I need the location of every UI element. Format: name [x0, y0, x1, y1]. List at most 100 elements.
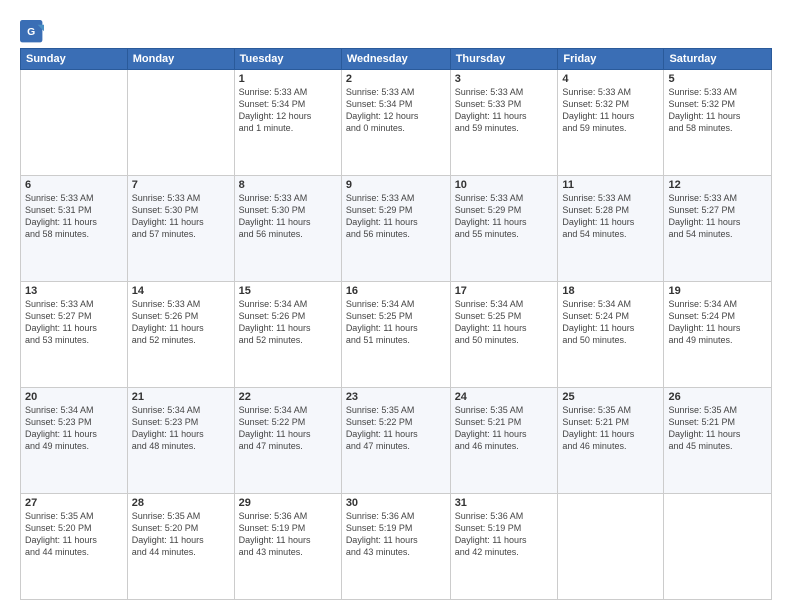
logo-icon: G: [20, 20, 44, 44]
day-info: Sunrise: 5:35 AM Sunset: 5:20 PM Dayligh…: [132, 510, 230, 559]
day-number: 23: [346, 391, 446, 403]
calendar-cell: 13Sunrise: 5:33 AM Sunset: 5:27 PM Dayli…: [21, 282, 128, 388]
day-info: Sunrise: 5:34 AM Sunset: 5:25 PM Dayligh…: [346, 298, 446, 347]
day-info: Sunrise: 5:33 AM Sunset: 5:29 PM Dayligh…: [346, 192, 446, 241]
day-number: 31: [455, 497, 554, 509]
day-info: Sunrise: 5:34 AM Sunset: 5:23 PM Dayligh…: [25, 404, 123, 453]
day-number: 14: [132, 285, 230, 297]
day-number: 24: [455, 391, 554, 403]
day-number: 19: [668, 285, 767, 297]
weekday-header-monday: Monday: [127, 49, 234, 70]
calendar-cell: 1Sunrise: 5:33 AM Sunset: 5:34 PM Daylig…: [234, 70, 341, 176]
day-info: Sunrise: 5:33 AM Sunset: 5:27 PM Dayligh…: [668, 192, 767, 241]
calendar-cell: 4Sunrise: 5:33 AM Sunset: 5:32 PM Daylig…: [558, 70, 664, 176]
weekday-header-thursday: Thursday: [450, 49, 558, 70]
day-info: Sunrise: 5:33 AM Sunset: 5:34 PM Dayligh…: [239, 86, 337, 135]
day-number: 21: [132, 391, 230, 403]
day-number: 5: [668, 73, 767, 85]
calendar-cell: 25Sunrise: 5:35 AM Sunset: 5:21 PM Dayli…: [558, 388, 664, 494]
day-info: Sunrise: 5:36 AM Sunset: 5:19 PM Dayligh…: [455, 510, 554, 559]
calendar-cell: [21, 70, 128, 176]
day-number: 2: [346, 73, 446, 85]
calendar-cell: 23Sunrise: 5:35 AM Sunset: 5:22 PM Dayli…: [341, 388, 450, 494]
day-info: Sunrise: 5:34 AM Sunset: 5:22 PM Dayligh…: [239, 404, 337, 453]
calendar-cell: 24Sunrise: 5:35 AM Sunset: 5:21 PM Dayli…: [450, 388, 558, 494]
calendar-cell: 18Sunrise: 5:34 AM Sunset: 5:24 PM Dayli…: [558, 282, 664, 388]
calendar-cell: 2Sunrise: 5:33 AM Sunset: 5:34 PM Daylig…: [341, 70, 450, 176]
svg-text:G: G: [27, 27, 35, 38]
calendar-cell: 12Sunrise: 5:33 AM Sunset: 5:27 PM Dayli…: [664, 176, 772, 282]
day-number: 4: [562, 73, 659, 85]
day-info: Sunrise: 5:34 AM Sunset: 5:25 PM Dayligh…: [455, 298, 554, 347]
day-number: 3: [455, 73, 554, 85]
weekday-header-saturday: Saturday: [664, 49, 772, 70]
calendar-cell: 5Sunrise: 5:33 AM Sunset: 5:32 PM Daylig…: [664, 70, 772, 176]
day-number: 10: [455, 179, 554, 191]
weekday-header-friday: Friday: [558, 49, 664, 70]
page: G SundayMondayTuesdayWednesdayThursdayFr…: [0, 0, 792, 612]
day-info: Sunrise: 5:33 AM Sunset: 5:26 PM Dayligh…: [132, 298, 230, 347]
calendar-cell: 14Sunrise: 5:33 AM Sunset: 5:26 PM Dayli…: [127, 282, 234, 388]
day-number: 29: [239, 497, 337, 509]
calendar-cell: 6Sunrise: 5:33 AM Sunset: 5:31 PM Daylig…: [21, 176, 128, 282]
day-number: 8: [239, 179, 337, 191]
day-info: Sunrise: 5:36 AM Sunset: 5:19 PM Dayligh…: [346, 510, 446, 559]
week-row-4: 20Sunrise: 5:34 AM Sunset: 5:23 PM Dayli…: [21, 388, 772, 494]
weekday-header-tuesday: Tuesday: [234, 49, 341, 70]
day-number: 17: [455, 285, 554, 297]
calendar-cell: 31Sunrise: 5:36 AM Sunset: 5:19 PM Dayli…: [450, 494, 558, 600]
day-info: Sunrise: 5:34 AM Sunset: 5:26 PM Dayligh…: [239, 298, 337, 347]
day-info: Sunrise: 5:33 AM Sunset: 5:27 PM Dayligh…: [25, 298, 123, 347]
calendar-cell: [664, 494, 772, 600]
day-info: Sunrise: 5:35 AM Sunset: 5:20 PM Dayligh…: [25, 510, 123, 559]
calendar-cell: 30Sunrise: 5:36 AM Sunset: 5:19 PM Dayli…: [341, 494, 450, 600]
calendar-cell: 22Sunrise: 5:34 AM Sunset: 5:22 PM Dayli…: [234, 388, 341, 494]
day-info: Sunrise: 5:33 AM Sunset: 5:31 PM Dayligh…: [25, 192, 123, 241]
day-info: Sunrise: 5:33 AM Sunset: 5:30 PM Dayligh…: [132, 192, 230, 241]
day-number: 20: [25, 391, 123, 403]
day-info: Sunrise: 5:34 AM Sunset: 5:24 PM Dayligh…: [668, 298, 767, 347]
day-info: Sunrise: 5:33 AM Sunset: 5:33 PM Dayligh…: [455, 86, 554, 135]
calendar-cell: 26Sunrise: 5:35 AM Sunset: 5:21 PM Dayli…: [664, 388, 772, 494]
calendar-cell: 9Sunrise: 5:33 AM Sunset: 5:29 PM Daylig…: [341, 176, 450, 282]
week-row-1: 1Sunrise: 5:33 AM Sunset: 5:34 PM Daylig…: [21, 70, 772, 176]
calendar-cell: 20Sunrise: 5:34 AM Sunset: 5:23 PM Dayli…: [21, 388, 128, 494]
day-number: 9: [346, 179, 446, 191]
day-info: Sunrise: 5:35 AM Sunset: 5:21 PM Dayligh…: [455, 404, 554, 453]
calendar-cell: 8Sunrise: 5:33 AM Sunset: 5:30 PM Daylig…: [234, 176, 341, 282]
calendar-cell: 21Sunrise: 5:34 AM Sunset: 5:23 PM Dayli…: [127, 388, 234, 494]
day-number: 6: [25, 179, 123, 191]
day-number: 27: [25, 497, 123, 509]
day-info: Sunrise: 5:35 AM Sunset: 5:21 PM Dayligh…: [562, 404, 659, 453]
weekday-header-wednesday: Wednesday: [341, 49, 450, 70]
calendar-cell: 7Sunrise: 5:33 AM Sunset: 5:30 PM Daylig…: [127, 176, 234, 282]
day-info: Sunrise: 5:33 AM Sunset: 5:32 PM Dayligh…: [668, 86, 767, 135]
calendar-cell: 28Sunrise: 5:35 AM Sunset: 5:20 PM Dayli…: [127, 494, 234, 600]
day-info: Sunrise: 5:33 AM Sunset: 5:32 PM Dayligh…: [562, 86, 659, 135]
header: G: [20, 16, 772, 44]
calendar-cell: [127, 70, 234, 176]
day-info: Sunrise: 5:33 AM Sunset: 5:29 PM Dayligh…: [455, 192, 554, 241]
day-number: 7: [132, 179, 230, 191]
calendar-cell: 10Sunrise: 5:33 AM Sunset: 5:29 PM Dayli…: [450, 176, 558, 282]
day-number: 18: [562, 285, 659, 297]
day-info: Sunrise: 5:34 AM Sunset: 5:24 PM Dayligh…: [562, 298, 659, 347]
calendar-cell: 17Sunrise: 5:34 AM Sunset: 5:25 PM Dayli…: [450, 282, 558, 388]
day-number: 13: [25, 285, 123, 297]
day-info: Sunrise: 5:36 AM Sunset: 5:19 PM Dayligh…: [239, 510, 337, 559]
day-number: 11: [562, 179, 659, 191]
weekday-header-sunday: Sunday: [21, 49, 128, 70]
day-number: 16: [346, 285, 446, 297]
day-number: 22: [239, 391, 337, 403]
calendar-cell: 27Sunrise: 5:35 AM Sunset: 5:20 PM Dayli…: [21, 494, 128, 600]
week-row-3: 13Sunrise: 5:33 AM Sunset: 5:27 PM Dayli…: [21, 282, 772, 388]
day-number: 28: [132, 497, 230, 509]
logo: G: [20, 20, 48, 44]
day-number: 1: [239, 73, 337, 85]
day-number: 15: [239, 285, 337, 297]
calendar-cell: [558, 494, 664, 600]
day-info: Sunrise: 5:35 AM Sunset: 5:21 PM Dayligh…: [668, 404, 767, 453]
day-info: Sunrise: 5:33 AM Sunset: 5:34 PM Dayligh…: [346, 86, 446, 135]
week-row-5: 27Sunrise: 5:35 AM Sunset: 5:20 PM Dayli…: [21, 494, 772, 600]
calendar-cell: 11Sunrise: 5:33 AM Sunset: 5:28 PM Dayli…: [558, 176, 664, 282]
